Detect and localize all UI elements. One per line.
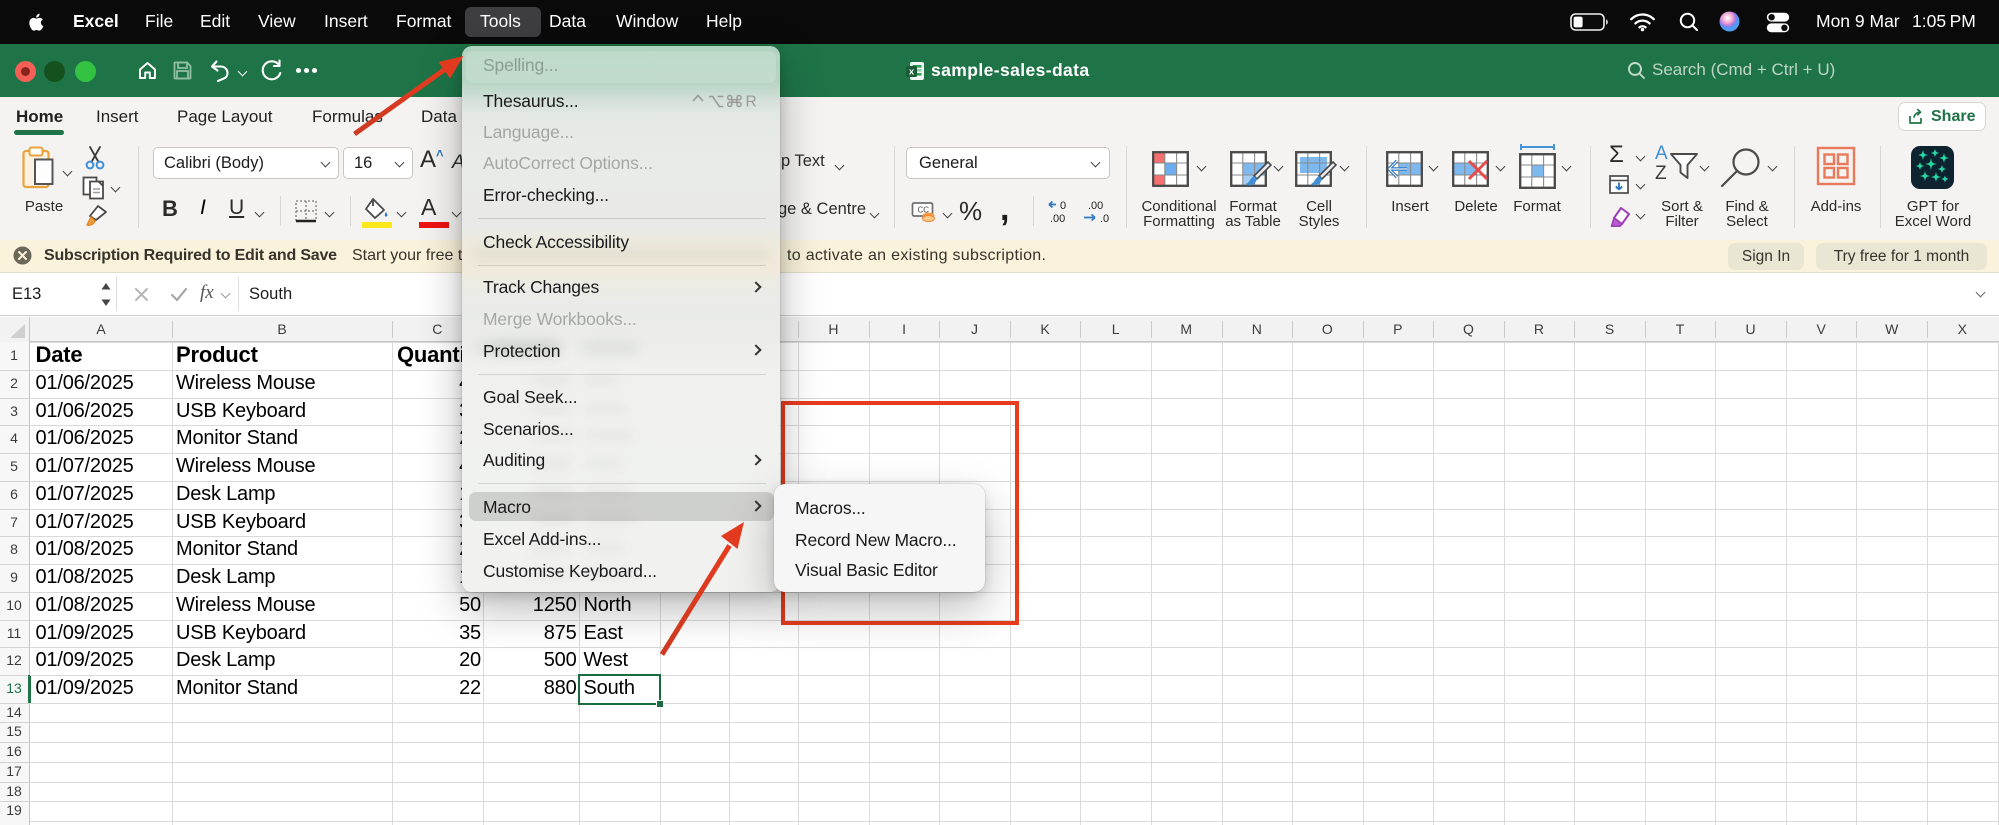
svg-text:.00: .00 [1088, 200, 1103, 212]
svg-text:R: R [746, 94, 757, 111]
svg-text:.00: .00 [1050, 213, 1065, 225]
svg-text:0: 0 [1060, 200, 1066, 212]
svg-text:x: x [909, 67, 915, 78]
svg-text:.0: .0 [1100, 213, 1109, 225]
